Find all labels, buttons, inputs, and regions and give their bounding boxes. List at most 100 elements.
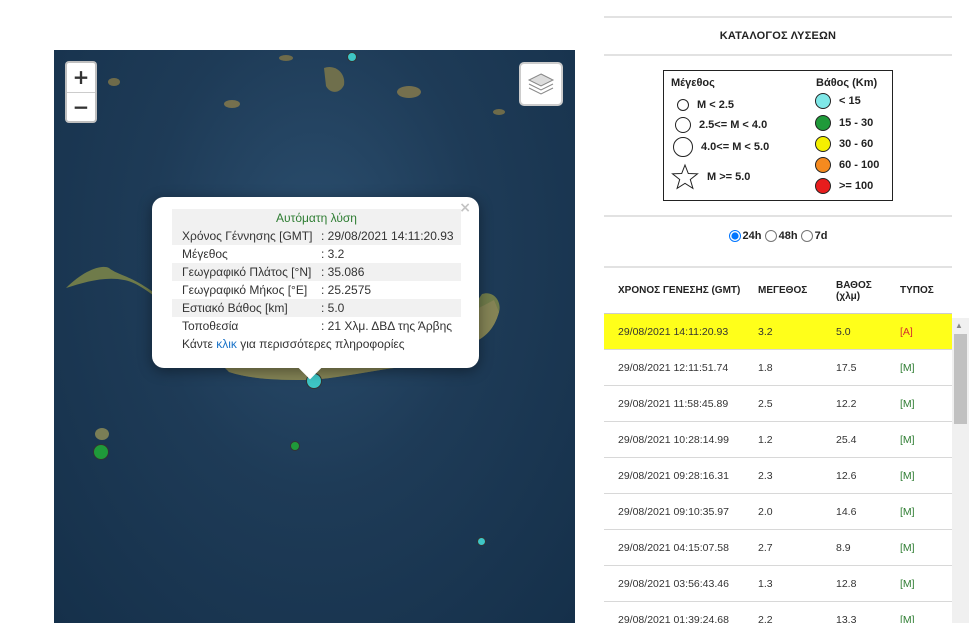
- legend-depth-item: >= 100: [815, 178, 873, 194]
- radio-7d[interactable]: [800, 230, 813, 242]
- col-type-header[interactable]: ΤΥΠΟΣ: [887, 285, 952, 296]
- cell-magnitude: 2.2: [758, 613, 773, 623]
- filter-7d[interactable]: 7d: [800, 230, 827, 242]
- circle-medium-icon: [675, 117, 691, 133]
- quake-marker[interactable]: [347, 52, 357, 62]
- cell-depth: 12.2: [836, 397, 857, 410]
- zoom-out-button[interactable]: −: [67, 92, 95, 121]
- cell-type: [M]: [900, 397, 915, 410]
- col-depth-header[interactable]: ΒΑΘΟΣ (χλμ): [823, 280, 887, 302]
- cell-time: 29/08/2021 03:56:43.46: [618, 577, 729, 590]
- cell-time: 29/08/2021 09:28:16.31: [618, 469, 729, 482]
- cell-type: [M]: [900, 433, 915, 446]
- depth-swatch: [815, 178, 831, 194]
- popup-row: Μέγεθος: 3.2: [182, 247, 345, 261]
- depth-swatch: [815, 93, 831, 109]
- divider: [604, 215, 952, 217]
- legend-depth-item: 15 - 30: [815, 115, 873, 131]
- cell-depth: 12.8: [836, 577, 857, 590]
- cell-time: 29/08/2021 04:15:07.58: [618, 541, 729, 554]
- table-row[interactable]: 29/08/2021 12:11:51.74 1.8 17.5 [M]: [604, 350, 952, 386]
- filter-24h[interactable]: 24h: [728, 230, 762, 242]
- circle-small-icon: [677, 99, 689, 111]
- popup-row: Εστιακό Βάθος [km]: 5.0: [172, 299, 461, 317]
- popup-row: Τοποθεσία: 21 Χλμ. ΔΒΔ της Άρβης: [182, 319, 453, 333]
- cell-type: [M]: [900, 361, 915, 374]
- cell-depth: 13.3: [836, 613, 857, 623]
- popup-title: Αυτόματη λύση: [172, 209, 461, 227]
- layers-button[interactable]: [519, 62, 563, 106]
- legend-mag-item: M < 2.5: [677, 99, 734, 111]
- cell-magnitude: 1.8: [758, 361, 773, 374]
- cell-time: 29/08/2021 01:39:24.68: [618, 613, 729, 623]
- legend-depth-item: < 15: [815, 93, 861, 109]
- cell-magnitude: 1.3: [758, 577, 773, 590]
- table-row[interactable]: 29/08/2021 14:11:20.93 3.2 5.0 [A]: [604, 314, 952, 350]
- filter-48h[interactable]: 48h: [764, 230, 798, 242]
- time-filter: 24h 48h 7d: [604, 230, 952, 245]
- cell-time: 29/08/2021 14:11:20.93: [618, 325, 729, 338]
- radio-48h[interactable]: [764, 230, 777, 242]
- legend-depth-item: 60 - 100: [815, 157, 879, 173]
- cell-depth: 17.5: [836, 361, 857, 374]
- table-body: 29/08/2021 14:11:20.93 3.2 5.0 [A] 29/08/202…: [604, 314, 952, 623]
- cell-time: 29/08/2021 10:28:14.99: [618, 433, 729, 446]
- scrollbar[interactable]: ▲: [952, 318, 969, 623]
- cell-time: 29/08/2021 11:58:45.89: [618, 397, 729, 410]
- table-row[interactable]: 29/08/2021 01:39:24.68 2.2 13.3 [M]: [604, 602, 952, 623]
- depth-swatch: [815, 115, 831, 131]
- scroll-up-icon[interactable]: ▲: [955, 321, 963, 330]
- cell-depth: 14.6: [836, 505, 857, 518]
- col-magnitude-header[interactable]: ΜΕΓΕΘΟΣ: [745, 285, 823, 296]
- solutions-table: ΧΡΟΝΟΣ ΓΕΝΕΣΗΣ (GMT) ΜΕΓΕΘΟΣ ΒΑΘΟΣ (χλμ)…: [604, 266, 952, 623]
- cell-type: [A]: [900, 325, 913, 338]
- more-info-link[interactable]: κλικ: [216, 337, 237, 351]
- radio-24h[interactable]: [728, 230, 741, 242]
- legend-mag-item: M >= 5.0: [671, 163, 750, 191]
- quake-marker[interactable]: [290, 441, 300, 451]
- popup-row: Γεωγραφικό Πλάτος [°N]: 35.086: [172, 263, 461, 281]
- cell-type: [M]: [900, 541, 915, 554]
- cell-time: 29/08/2021 09:10:35.97: [618, 505, 729, 518]
- table-header: ΧΡΟΝΟΣ ΓΕΝΕΣΗΣ (GMT) ΜΕΓΕΘΟΣ ΒΑΘΟΣ (χλμ)…: [604, 266, 952, 314]
- scroll-thumb[interactable]: [954, 334, 967, 424]
- table-row[interactable]: 29/08/2021 09:10:35.97 2.0 14.6 [M]: [604, 494, 952, 530]
- cell-type: [M]: [900, 505, 915, 518]
- quake-marker[interactable]: [477, 537, 486, 546]
- page: + − × Αυτόματη λύση Χρόνος Γέννησης [GMT…: [0, 0, 977, 623]
- cell-magnitude: 2.0: [758, 505, 773, 518]
- quake-marker[interactable]: [93, 444, 109, 460]
- cell-depth: 5.0: [836, 325, 851, 338]
- popup-row: Γεωγραφικό Μήκος [°E]: 25.2575: [182, 283, 372, 297]
- cell-magnitude: 2.3: [758, 469, 773, 482]
- cell-magnitude: 2.5: [758, 397, 773, 410]
- legend-magnitude-title: Μέγεθος: [671, 77, 715, 89]
- table-row[interactable]: 29/08/2021 04:15:07.58 2.7 8.9 [M]: [604, 530, 952, 566]
- circle-large-icon: [673, 137, 693, 157]
- popup-details: Χρόνος Γέννησης [GMT]: 29/08/2021 14:11:…: [172, 227, 461, 335]
- zoom-control: + −: [65, 61, 97, 123]
- popup-footer: Κάντε κλικ για περισσότερες πληροφορίες: [182, 337, 405, 351]
- cell-depth: 12.6: [836, 469, 857, 482]
- col-time-header[interactable]: ΧΡΟΝΟΣ ΓΕΝΕΣΗΣ (GMT): [604, 285, 745, 296]
- depth-swatch: [815, 136, 831, 152]
- table-row[interactable]: 29/08/2021 11:58:45.89 2.5 12.2 [M]: [604, 386, 952, 422]
- cell-type: [M]: [900, 469, 915, 482]
- cell-magnitude: 1.2: [758, 433, 773, 446]
- table-row[interactable]: 29/08/2021 03:56:43.46 1.3 12.8 [M]: [604, 566, 952, 602]
- star-icon: [671, 163, 699, 190]
- table-row[interactable]: 29/08/2021 09:28:16.31 2.3 12.6 [M]: [604, 458, 952, 494]
- cell-time: 29/08/2021 12:11:51.74: [618, 361, 729, 374]
- cell-depth: 25.4: [836, 433, 857, 446]
- zoom-in-button[interactable]: +: [67, 63, 95, 92]
- legend-mag-item: 4.0<= M < 5.0: [673, 137, 769, 157]
- legend: Μέγεθος Βάθος (Km) M < 2.5 2.5<= M < 4.0…: [663, 70, 893, 201]
- cell-magnitude: 3.2: [758, 325, 773, 338]
- popup-row: Χρόνος Γέννησης [GMT]: 29/08/2021 14:11:…: [172, 227, 461, 245]
- cell-depth: 8.9: [836, 541, 851, 554]
- cell-type: [M]: [900, 577, 915, 590]
- close-icon[interactable]: ×: [459, 200, 471, 216]
- layers-icon: [527, 73, 555, 95]
- table-row[interactable]: 29/08/2021 10:28:14.99 1.2 25.4 [M]: [604, 422, 952, 458]
- cell-magnitude: 2.7: [758, 541, 773, 554]
